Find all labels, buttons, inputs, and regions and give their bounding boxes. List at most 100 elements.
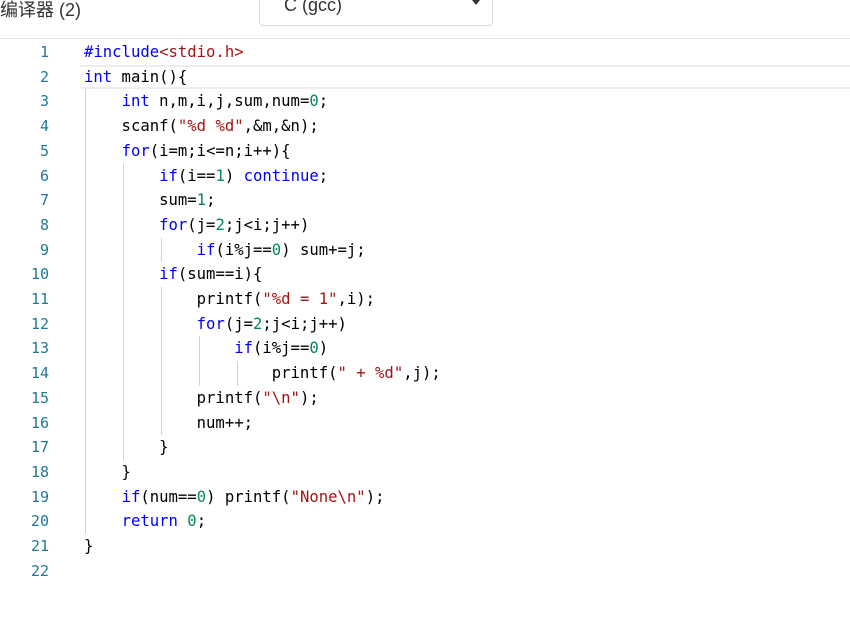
compiler-label: 编译器 (2): [0, 0, 81, 20]
code-token: (j=: [224, 314, 254, 333]
code-line[interactable]: 21}: [0, 534, 850, 559]
code-token: if: [121, 487, 141, 506]
code-text: int n,m,i,j,sum,num=0;: [84, 89, 329, 114]
code-text: for(i=m;i<=n;i++){: [84, 139, 291, 164]
code-line[interactable]: 7 sum=1;: [0, 188, 850, 213]
code-token: (num==: [140, 487, 197, 506]
line-number: 6: [39, 166, 49, 185]
code-line[interactable]: 20 return 0;: [0, 509, 850, 534]
current-line-highlight: [80, 64, 850, 90]
line-number: 3: [39, 92, 49, 111]
code-text: if(i%j==0) sum+=j;: [84, 238, 366, 263]
code-token: printf(: [84, 290, 263, 308]
line-number: 7: [39, 191, 49, 210]
code-line[interactable]: 2 int main(){: [0, 64, 850, 90]
code-line[interactable]: 12 for(j=2;j<i;j++): [0, 312, 850, 337]
code-token: 2: [215, 215, 225, 234]
code-line[interactable]: 16 num++;: [0, 411, 850, 436]
code-text: printf("%d = 1",i);: [84, 287, 375, 312]
code-line[interactable]: 6 if(i==1) continue;: [0, 164, 850, 189]
code-token: #include: [84, 43, 160, 61]
code-text: if(i==1) continue;: [84, 164, 328, 189]
line-number: 4: [39, 117, 49, 136]
code-token: );: [365, 487, 385, 506]
code-line[interactable]: 3 int n,m,i,j,sum,num=0;: [0, 89, 850, 114]
chevron-down-icon: [472, 0, 480, 5]
code-token: sum=: [84, 191, 197, 210]
code-token: for: [196, 314, 225, 333]
code-line[interactable]: 13 if(i%j==0): [0, 336, 850, 361]
code-token: (j=: [187, 215, 216, 234]
code-text: int main(){: [84, 65, 187, 90]
code-token: scanf(: [84, 117, 178, 136]
line-number: 1: [39, 43, 49, 61]
line-number: 11: [30, 290, 49, 308]
code-token: }: [84, 537, 94, 555]
code-token: int: [121, 92, 150, 111]
code-line[interactable]: 15 printf("\n");: [0, 386, 850, 411]
code-line[interactable]: 9 if(i%j==0) sum+=j;: [0, 238, 850, 263]
code-token: main(){: [112, 67, 188, 86]
code-token: " + %d": [337, 364, 404, 383]
code-text: for(j=2;j<i;j++): [84, 213, 309, 238]
line-number: 19: [30, 487, 49, 506]
code-token: for: [159, 215, 188, 234]
code-token: "\n": [262, 388, 300, 407]
code-editor[interactable]: 1 #include<stdio.h> 2 int main(){3 int n,m,…: [0, 40, 850, 626]
line-number: 8: [39, 215, 49, 234]
code-token: 0: [196, 487, 207, 506]
indent-guide: [161, 287, 162, 436]
code-token: n,m,i,j,sum,num=: [149, 92, 310, 111]
code-token: return: [121, 512, 178, 531]
code-token: (i%j==: [215, 240, 272, 259]
indent-guide: [161, 237, 162, 263]
code-line[interactable]: 18 }: [0, 460, 850, 485]
indent-guide: [237, 361, 238, 386]
code-token: ,i);: [337, 290, 376, 308]
code-line[interactable]: 5 for(i=m;i<=n;i++){: [0, 139, 850, 164]
code-line[interactable]: 4 scanf("%d %d",&m,&n);: [0, 114, 850, 139]
code-token: 1: [215, 166, 225, 185]
line-number: 2: [39, 67, 49, 86]
line-number: 14: [30, 364, 49, 383]
code-token: 1: [196, 191, 207, 210]
code-token: (sum==i){: [177, 265, 263, 284]
line-number: 17: [30, 438, 49, 457]
code-text: }: [84, 435, 168, 460]
code-token: ;: [318, 92, 329, 111]
code-token: ;j<i;j++): [262, 314, 347, 333]
line-number: 20: [30, 512, 49, 531]
code-line[interactable]: 10 if(sum==i){: [0, 262, 850, 287]
code-line[interactable]: 17 }: [0, 435, 850, 460]
code-token: num++;: [84, 413, 253, 432]
code-token: ;: [206, 191, 216, 210]
code-text: if(sum==i){: [84, 262, 262, 287]
code-token: ;j<i;j++): [224, 215, 310, 234]
code-token: ): [318, 339, 329, 358]
code-token: <stdio.h>: [159, 43, 244, 61]
code-line[interactable]: 11 printf("%d = 1",i);: [0, 287, 850, 312]
line-number: 10: [30, 265, 49, 284]
code-line[interactable]: 1 #include<stdio.h>: [0, 40, 850, 65]
code-line[interactable]: 19 if(num==0) printf("None\n");: [0, 485, 850, 510]
indent-guide: [199, 336, 200, 386]
code-token: printf(: [84, 388, 263, 407]
code-token: (i%j==: [253, 339, 310, 358]
code-line[interactable]: 22: [0, 559, 850, 584]
code-line[interactable]: 8 for(j=2;j<i;j++): [0, 213, 850, 238]
code-token: if: [234, 339, 253, 358]
language-select-value: C (gcc): [284, 0, 342, 15]
code-token: 2: [253, 314, 263, 333]
code-text: printf("\n");: [84, 386, 319, 411]
editor-top-border: [0, 38, 850, 39]
code-line[interactable]: 14 printf(" + %d",j);: [0, 361, 850, 386]
language-select[interactable]: C (gcc): [259, 0, 493, 26]
line-number: 9: [39, 240, 49, 259]
code-token: "%d = 1": [262, 290, 338, 308]
